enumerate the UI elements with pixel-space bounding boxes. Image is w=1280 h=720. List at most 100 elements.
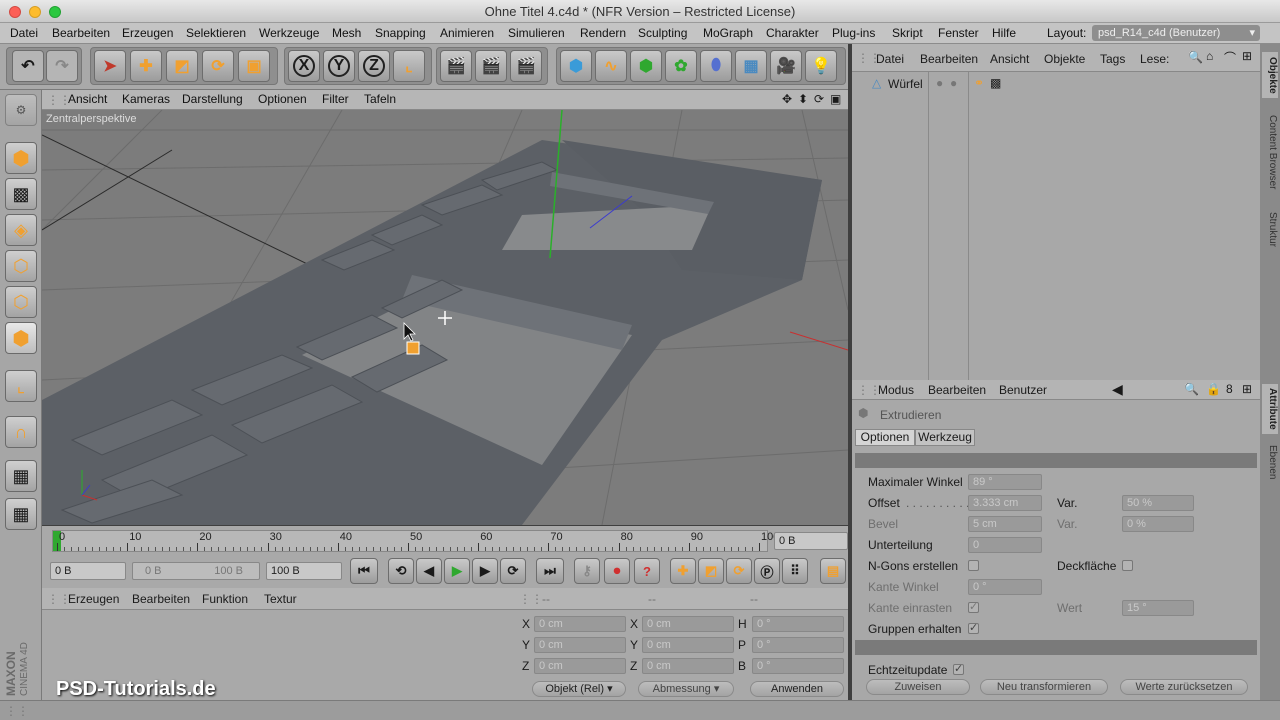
coord-rot-b[interactable]: 0 ° — [752, 658, 844, 674]
menu-mesh[interactable]: Mesh — [332, 26, 361, 40]
coord-pos-y[interactable]: 0 cm — [534, 637, 626, 653]
range-slider[interactable]: 0 B 100 B — [132, 562, 260, 580]
viewport-move-icon[interactable]: ✥ — [782, 92, 792, 106]
om-menu-tags[interactable]: Tags — [1100, 52, 1125, 66]
side-tab-objekte[interactable]: Objekte — [1262, 52, 1278, 98]
y-axis-button[interactable]: Y — [323, 50, 355, 82]
light-button[interactable]: 💡 — [805, 50, 837, 82]
menu-snapping[interactable]: Snapping — [375, 26, 426, 40]
unterteilung-field[interactable]: 0 — [968, 537, 1042, 553]
menu-mograph[interactable]: MoGraph — [703, 26, 753, 40]
make-editable-button[interactable]: ⚙ — [5, 94, 37, 126]
render-dots-icon[interactable]: ● — [950, 76, 957, 90]
tab-werkzeug[interactable]: Werkzeug — [915, 429, 975, 446]
polygons-mode-button[interactable]: ⬢ — [5, 322, 37, 354]
key-parameter-button[interactable]: Ⓟ — [754, 558, 780, 584]
menu-datei[interactable]: Datei — [10, 26, 38, 40]
kante-winkel-field[interactable]: 0 ° — [968, 579, 1042, 595]
attr-menu-modus[interactable]: Modus — [878, 383, 914, 397]
close-window-button[interactable] — [9, 6, 21, 18]
menu-erzeugen[interactable]: Erzeugen — [122, 26, 173, 40]
edges-mode-button[interactable]: ⬡ — [5, 286, 37, 318]
werte-zuruecksetzen-button[interactable]: Werte zurücksetzen — [1120, 679, 1248, 695]
scale-tool-button[interactable]: ◩ — [166, 50, 198, 82]
viewport-menu-tafeln[interactable]: Tafeln — [364, 92, 396, 106]
wert-field[interactable]: 15 ° — [1122, 600, 1194, 616]
menu-simulieren[interactable]: Simulieren — [508, 26, 565, 40]
menu-hilfe[interactable]: Hilfe — [992, 26, 1016, 40]
environment-button[interactable]: ▦ — [735, 50, 767, 82]
coord-rot-p[interactable]: 0 ° — [752, 637, 844, 653]
nurbs-button[interactable]: ⬢ — [630, 50, 662, 82]
key-scale-button[interactable]: ◩ — [698, 558, 724, 584]
viewport-menu-optionen[interactable]: Optionen — [258, 92, 307, 106]
search-icon[interactable]: 🔍 — [1184, 382, 1199, 396]
current-frame-field[interactable]: 0 B — [774, 532, 848, 550]
bevel-field[interactable]: 5 cm — [968, 516, 1042, 532]
workplane-lock-button[interactable]: ▦ — [5, 498, 37, 530]
om-menu-datei[interactable]: Datei — [876, 52, 904, 66]
timeline-window-button[interactable]: ▤ — [820, 558, 846, 584]
select-tool-button[interactable]: ➤ — [94, 50, 126, 82]
attr-menu-bearbeiten[interactable]: Bearbeiten — [928, 383, 986, 397]
menu-animieren[interactable]: Animieren — [440, 26, 494, 40]
menu-selektieren[interactable]: Selektieren — [186, 26, 246, 40]
points-mode-button[interactable]: ⬡ — [5, 250, 37, 282]
recent-tool-button[interactable]: ▣ — [238, 50, 270, 82]
phong-tag-icon[interactable]: ⚭ — [974, 76, 984, 90]
coord-size-mode-select[interactable]: Abmessung ▾ — [638, 681, 734, 697]
drag-handle-icon[interactable]: ⋮⋮ — [5, 704, 29, 718]
viewport-zoom-icon[interactable]: ⬍ — [798, 92, 808, 106]
home-icon[interactable]: ⌂ — [1206, 49, 1213, 63]
play-button[interactable]: ▶ — [444, 558, 470, 584]
coordinate-system-button[interactable]: ⌞ — [393, 50, 425, 82]
gruppen-checkbox[interactable]: ✓ — [968, 622, 979, 634]
start-frame-field[interactable]: 0 B — [50, 562, 126, 580]
menu-sculpting[interactable]: Sculpting — [638, 26, 687, 40]
up-icon[interactable]: ⌒ — [1224, 49, 1236, 66]
go-to-start-button[interactable]: ⏮ — [350, 558, 378, 584]
undo-button[interactable]: ↶ — [12, 50, 44, 82]
key-pla-button[interactable]: ⠿ — [782, 558, 808, 584]
om-menu-bearbeiten[interactable]: Bearbeiten — [920, 52, 978, 66]
menu-skript[interactable]: Skript — [892, 26, 923, 40]
menu-charakter[interactable]: Charakter — [766, 26, 819, 40]
timeline-track[interactable]: 0 10 20 30 40 50 60 70 80 90 100 — [52, 530, 779, 552]
mat-menu-erzeugen[interactable]: Erzeugen — [68, 592, 119, 606]
texture-tag-icon[interactable]: ▩ — [990, 76, 1001, 90]
object-name[interactable]: Würfel — [888, 77, 923, 91]
mat-menu-textur[interactable]: Textur — [264, 592, 297, 606]
next-keyframe-button[interactable]: ⟳ — [500, 558, 526, 584]
menu-bearbeiten[interactable]: Bearbeiten — [52, 26, 110, 40]
om-menu-lese[interactable]: Lese: — [1140, 52, 1169, 66]
var1-field[interactable]: 50 % — [1122, 495, 1194, 511]
rotate-tool-button[interactable]: ⟳ — [202, 50, 234, 82]
next-frame-button[interactable]: ▶ — [472, 558, 498, 584]
zuweisen-button[interactable]: Zuweisen — [866, 679, 970, 695]
viewport-menu-darstellung[interactable]: Darstellung — [182, 92, 243, 106]
keyframe-selection-button[interactable]: ? — [634, 558, 660, 584]
coord-size-x[interactable]: 0 cm — [642, 616, 734, 632]
x-axis-button[interactable]: X — [288, 50, 320, 82]
menu-werkzeuge[interactable]: Werkzeuge — [259, 26, 319, 40]
menu-rendern[interactable]: Rendern — [580, 26, 626, 40]
prev-keyframe-button[interactable]: ⟲ — [388, 558, 414, 584]
key-rotation-button[interactable]: ⟳ — [726, 558, 752, 584]
viewport-menu-filter[interactable]: Filter — [322, 92, 349, 106]
viewport-menu-ansicht[interactable]: Ansicht — [68, 92, 107, 106]
redo-button[interactable]: ↷ — [46, 50, 78, 82]
coord-size-z[interactable]: 0 cm — [642, 658, 734, 674]
back-arrow-icon[interactable]: ◀ — [1112, 381, 1123, 398]
neu-transformieren-button[interactable]: Neu transformieren — [980, 679, 1108, 695]
mat-menu-bearbeiten[interactable]: Bearbeiten — [132, 592, 190, 606]
visibility-dots-icon[interactable]: ● — [936, 76, 943, 90]
om-menu-ansicht[interactable]: Ansicht — [990, 52, 1029, 66]
coord-rot-h[interactable]: 0 ° — [752, 616, 844, 632]
new-window-icon[interactable]: ⊞ — [1242, 49, 1252, 63]
minimize-window-button[interactable] — [29, 6, 41, 18]
autokey-button[interactable]: ⏺ — [604, 558, 630, 584]
echtzeit-checkbox[interactable]: ✓ — [953, 663, 964, 675]
coord-pos-x[interactable]: 0 cm — [534, 616, 626, 632]
deckflaeche-checkbox[interactable] — [1122, 560, 1133, 571]
render-picture-viewer-button[interactable]: 🎬 — [475, 50, 507, 82]
